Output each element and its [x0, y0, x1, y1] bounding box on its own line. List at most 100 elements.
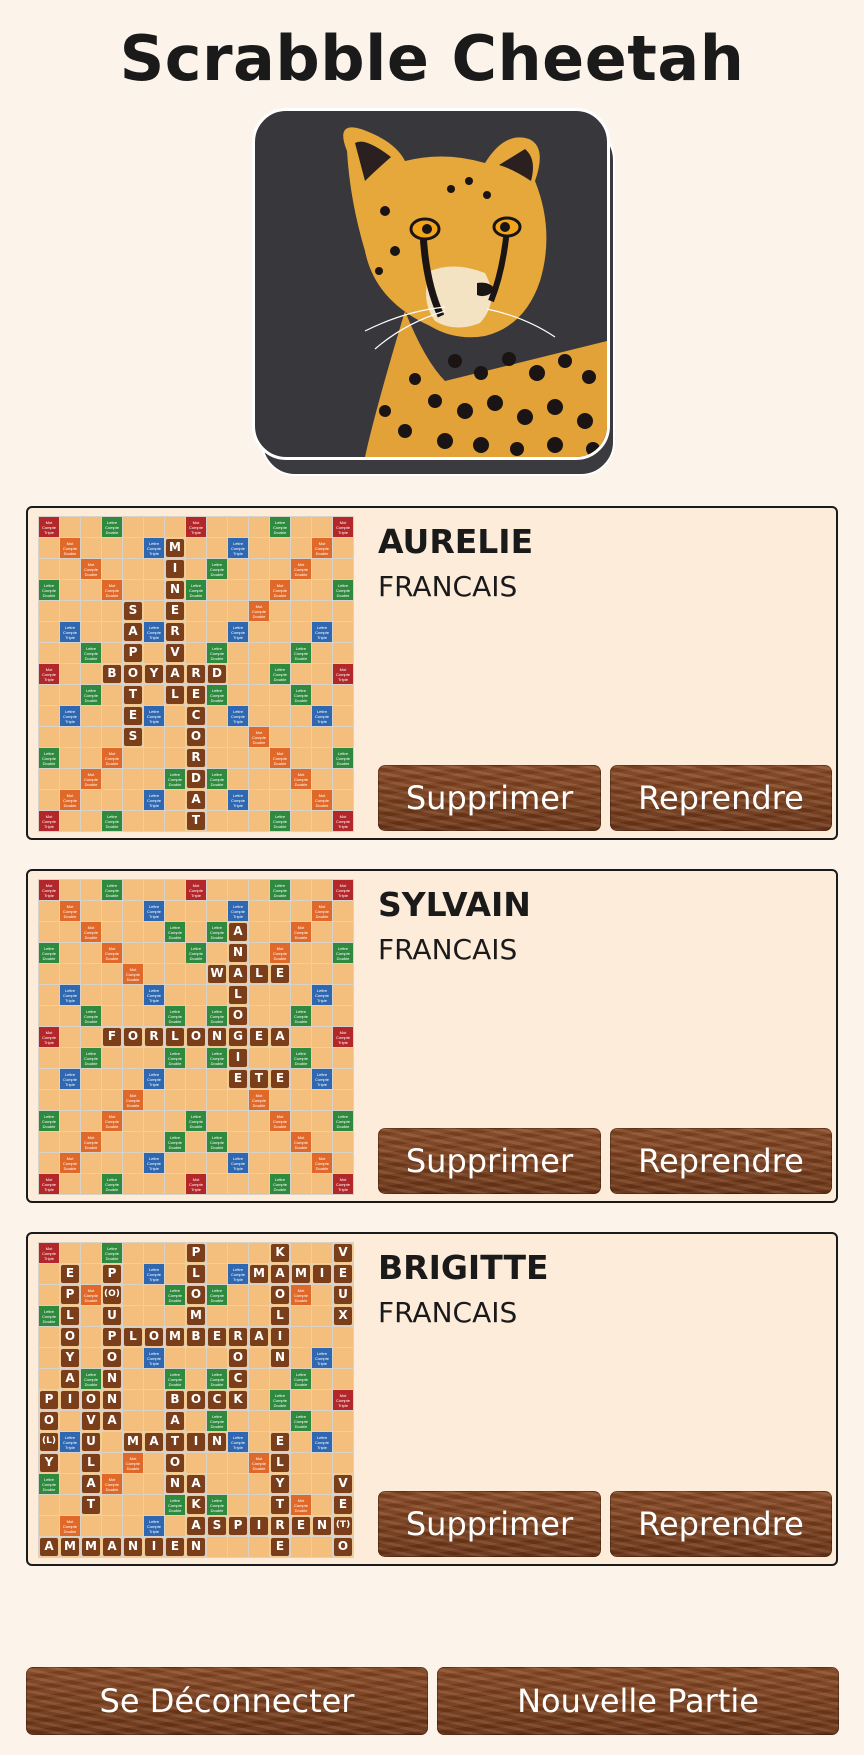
- game-language: FRANCAIS: [378, 1296, 518, 1329]
- board-square: [291, 1474, 311, 1494]
- board-square: [123, 1411, 143, 1431]
- board-square: [60, 664, 80, 684]
- letter-tile: B: [102, 664, 122, 684]
- board-square: [60, 643, 80, 663]
- delete-game-button[interactable]: Supprimer: [378, 765, 601, 831]
- premium-square: Lettre Compte Double: [165, 1495, 185, 1515]
- letter-tile: U: [333, 1285, 353, 1305]
- board-square: [312, 685, 332, 705]
- board-square: [102, 1090, 122, 1110]
- premium-square: Lettre Compte Triple: [312, 706, 332, 726]
- letter-tile: O: [186, 727, 206, 747]
- board-square: [270, 790, 290, 810]
- letter-tile: A: [81, 1474, 101, 1494]
- board-square: [270, 538, 290, 558]
- board-square: [207, 622, 227, 642]
- board-square: [102, 985, 122, 1005]
- board-square: [249, 901, 269, 921]
- letter-tile: N: [102, 1369, 122, 1389]
- premium-square: Lettre Compte Triple: [228, 706, 248, 726]
- board-square: [144, 769, 164, 789]
- board-square: [102, 1432, 122, 1452]
- board-square: [333, 1153, 353, 1173]
- letter-tile: A: [165, 1411, 185, 1431]
- board-square: [39, 1516, 59, 1536]
- game-card[interactable]: Mot Compte Triple Lettre Compte Double Mot Comp…: [26, 506, 838, 840]
- scrabble-board: Mot Compte Triple Lettre Compte Double P K V E P Le…: [38, 1242, 354, 1558]
- letter-tile: E: [333, 1495, 353, 1515]
- board-square: [144, 811, 164, 831]
- letter-tile: A: [186, 1516, 206, 1536]
- board-square: [102, 901, 122, 921]
- board-square: [39, 727, 59, 747]
- board-square: [312, 922, 332, 942]
- board-square: [249, 1006, 269, 1026]
- board-square: [39, 1132, 59, 1152]
- board-square: [144, 1369, 164, 1389]
- game-card[interactable]: Mot Compte Triple Lettre Compte Double P K V E P Le…: [26, 1232, 838, 1566]
- board-square: [60, 769, 80, 789]
- board-square: [60, 685, 80, 705]
- new-game-button[interactable]: Nouvelle Partie: [437, 1667, 839, 1735]
- board-square: [207, 790, 227, 810]
- board-square: [81, 706, 101, 726]
- board-square: [165, 748, 185, 768]
- premium-square: Lettre Compte Double: [270, 664, 290, 684]
- letter-tile: L: [81, 1453, 101, 1473]
- letter-tile: A: [165, 664, 185, 684]
- board-square: [249, 1243, 269, 1263]
- board-square: [207, 811, 227, 831]
- letter-tile: O: [270, 1285, 290, 1305]
- board-square: [144, 1243, 164, 1263]
- board-square: [333, 559, 353, 579]
- board-square: [312, 1474, 332, 1494]
- board-square: [228, 1243, 248, 1263]
- premium-square: Lettre Compte Triple: [144, 1264, 164, 1284]
- board-square: [291, 1027, 311, 1047]
- board-square: [102, 1069, 122, 1089]
- resume-game-button[interactable]: Reprendre: [610, 1128, 832, 1194]
- premium-square: Lettre Compte Triple: [228, 538, 248, 558]
- premium-square: Mot Compte Double: [123, 1453, 143, 1473]
- board-square: [186, 1369, 206, 1389]
- cheetah-icon: [252, 108, 616, 476]
- game-card[interactable]: Mot Compte Triple Lettre Compte Double Mot Comp…: [26, 869, 838, 1203]
- premium-square: Mot Compte Double: [81, 559, 101, 579]
- board-square: [270, 1411, 290, 1431]
- board-square: [123, 1132, 143, 1152]
- premium-square: Mot Compte Triple: [186, 517, 206, 537]
- board-square: [39, 643, 59, 663]
- premium-square: Mot Compte Triple: [333, 811, 353, 831]
- delete-game-button[interactable]: Supprimer: [378, 1128, 601, 1194]
- board-square: [165, 706, 185, 726]
- premium-square: Mot Compte Triple: [39, 664, 59, 684]
- board-square: [60, 1411, 80, 1431]
- delete-game-button[interactable]: Supprimer: [378, 1491, 601, 1557]
- board-square: [291, 1537, 311, 1557]
- premium-square: Mot Compte Double: [291, 922, 311, 942]
- premium-square: Lettre Compte Double: [39, 1306, 59, 1326]
- letter-tile: M: [186, 1306, 206, 1326]
- board-square: [291, 622, 311, 642]
- board-square: [333, 1453, 353, 1473]
- board-square: [207, 1474, 227, 1494]
- letter-tile: N: [207, 1027, 227, 1047]
- board-square: [207, 1264, 227, 1284]
- board-square: [270, 1369, 290, 1389]
- board-square: [144, 943, 164, 963]
- letter-tile: P: [102, 1327, 122, 1347]
- premium-square: Lettre Compte Double: [165, 922, 185, 942]
- board-square: [102, 922, 122, 942]
- logout-button[interactable]: Se Déconnecter: [26, 1667, 428, 1735]
- resume-game-button[interactable]: Reprendre: [610, 1491, 832, 1557]
- resume-game-button[interactable]: Reprendre: [610, 765, 832, 831]
- board-square: [270, 1090, 290, 1110]
- board-square: [228, 811, 248, 831]
- scrabble-board: Mot Compte Triple Lettre Compte Double Mot Comp…: [38, 879, 354, 1195]
- letter-tile: N: [165, 1474, 185, 1494]
- board-square: [81, 790, 101, 810]
- premium-square: Lettre Compte Double: [102, 1174, 122, 1194]
- letter-tile: E: [249, 1027, 269, 1047]
- premium-square: Lettre Compte Triple: [228, 790, 248, 810]
- board-square: [312, 1174, 332, 1194]
